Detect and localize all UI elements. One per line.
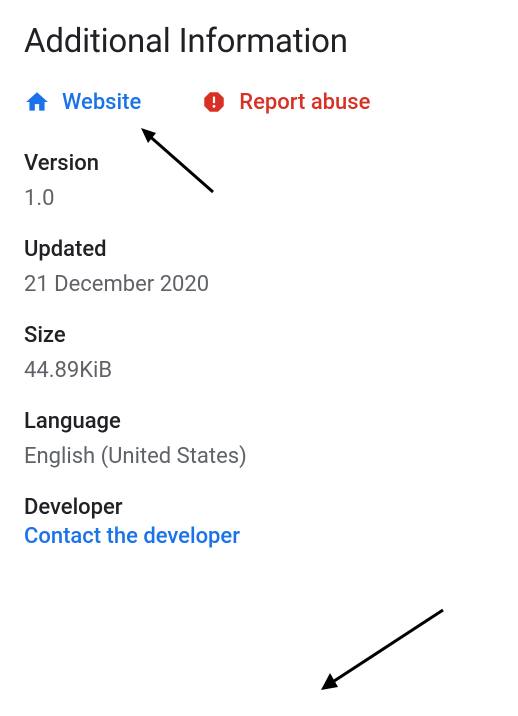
annotation-arrow-icon	[318, 605, 448, 695]
links-row: Website Report abuse	[24, 89, 494, 115]
size-section: Size 44.89KiB	[24, 323, 494, 383]
language-value: English (United States)	[24, 444, 494, 469]
version-section: Version 1.0	[24, 151, 494, 211]
home-icon	[24, 89, 50, 115]
website-link[interactable]: Website	[24, 89, 141, 115]
report-abuse-label: Report abuse	[239, 90, 370, 115]
page-title: Additional Information	[24, 22, 494, 61]
size-value: 44.89KiB	[24, 358, 494, 383]
report-icon	[201, 89, 227, 115]
language-section: Language English (United States)	[24, 409, 494, 469]
language-label: Language	[24, 409, 494, 434]
report-abuse-link[interactable]: Report abuse	[201, 89, 370, 115]
updated-section: Updated 21 December 2020	[24, 237, 494, 297]
contact-developer-link[interactable]: Contact the developer	[24, 524, 240, 549]
developer-section: Developer Contact the developer	[24, 495, 494, 549]
updated-value: 21 December 2020	[24, 272, 494, 297]
updated-label: Updated	[24, 237, 494, 262]
version-value: 1.0	[24, 186, 494, 211]
size-label: Size	[24, 323, 494, 348]
website-link-label: Website	[62, 90, 141, 115]
version-label: Version	[24, 151, 494, 176]
developer-label: Developer	[24, 495, 494, 520]
